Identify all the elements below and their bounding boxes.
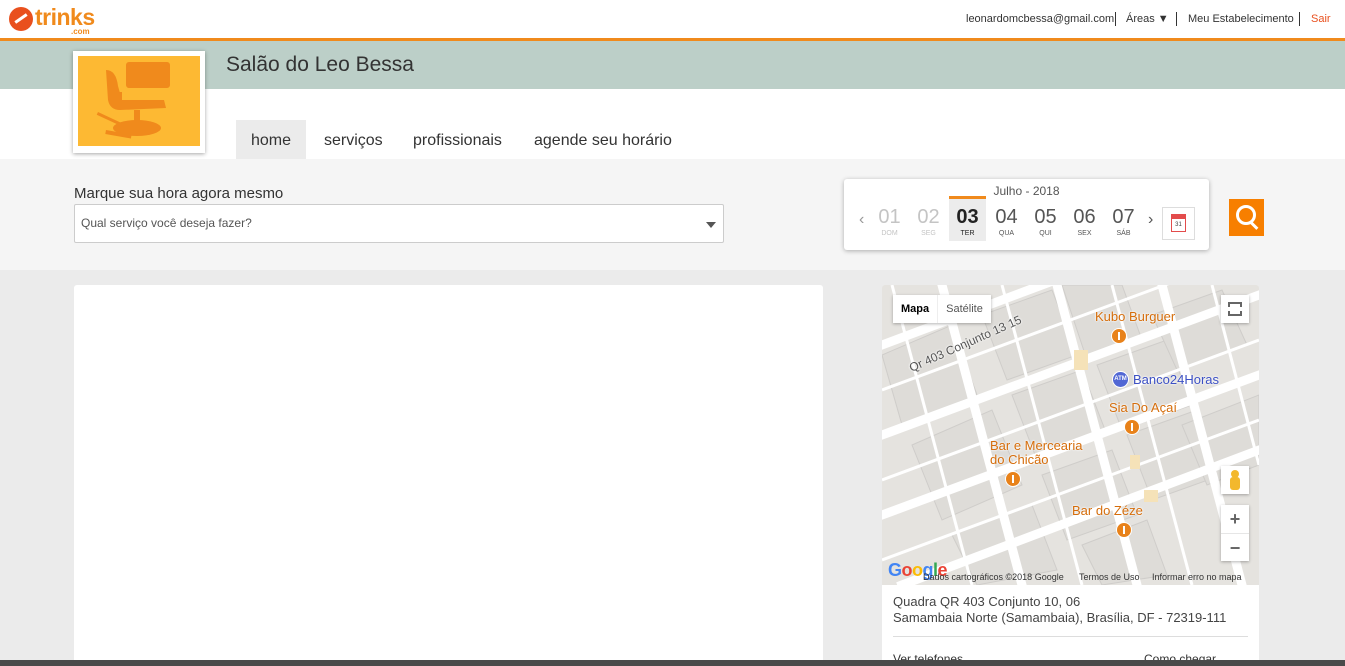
salon-chair-image: [78, 56, 200, 146]
fullscreen-icon[interactable]: [1221, 295, 1249, 323]
calendar-day[interactable]: 05 QUI: [1027, 199, 1064, 241]
day-of-week: QUA: [998, 230, 1015, 237]
calendar-day[interactable]: 07 SÁB: [1105, 199, 1142, 241]
divider: [1115, 12, 1116, 26]
poi-label[interactable]: Sia Do Açaí: [1109, 400, 1177, 415]
trinks-logo[interactable]: trinks .com: [9, 4, 95, 36]
zoom-in-button[interactable]: +: [1221, 505, 1249, 533]
areas-menu[interactable]: Áreas ▼: [1126, 13, 1169, 25]
search-icon-handle: [1249, 221, 1259, 230]
address-line-2: Samambaia Norte (Samambaia), Brasília, D…: [893, 610, 1227, 625]
tab-professionals[interactable]: profissionais: [413, 120, 502, 159]
map-type-satellite-button[interactable]: Satélite: [937, 295, 991, 323]
day-of-week: QUI: [1039, 230, 1052, 237]
poi-label[interactable]: Bar e Mercearia: [990, 438, 1082, 453]
calendar-day[interactable]: 04 QUA: [988, 199, 1025, 241]
top-bar: trinks .com leonardomcbessa@gmail.com Ár…: [0, 0, 1345, 41]
salon-name: Salão do Leo Bessa: [226, 53, 414, 76]
google-map[interactable]: Qr 403 Conjunto 13 15 Kubo Burguer ATM B…: [882, 285, 1259, 585]
calendar-day[interactable]: 06 SEX: [1066, 199, 1103, 241]
logo-sub: .com: [71, 27, 90, 36]
salon-address: Quadra QR 403 Conjunto 10, 06 Samambaia …: [893, 594, 1226, 626]
calendar-day: 01 DOM: [871, 199, 908, 241]
day-of-week: TER: [960, 230, 975, 237]
poi-label[interactable]: Kubo Burguer: [1095, 309, 1175, 324]
tab-services[interactable]: serviços: [324, 120, 383, 159]
location-card: Qr 403 Conjunto 13 15 Kubo Burguer ATM B…: [882, 285, 1259, 666]
map-attribution: Dados cartográficos ©2018 Google Termos …: [882, 569, 1259, 585]
my-establishment-link[interactable]: Meu Estabelecimento: [1188, 13, 1294, 25]
map-type-control: Mapa Satélite: [893, 295, 991, 323]
os-taskbar: [0, 660, 1345, 666]
day-number: 01: [878, 206, 901, 228]
booking-label: Marque sua hora agora mesmo: [74, 185, 284, 202]
day-of-week: SEX: [1077, 230, 1092, 237]
divider: [893, 636, 1248, 637]
calendar-day: 02 SEG: [910, 199, 947, 241]
zoom-out-button[interactable]: −: [1221, 533, 1249, 562]
next-week-button[interactable]: ›: [1148, 211, 1153, 229]
day-of-week: DOM: [881, 230, 898, 237]
poi-label[interactable]: do Chicão: [990, 452, 1049, 467]
day-number: 06: [1073, 206, 1096, 228]
day-of-week: SÁB: [1116, 230, 1131, 237]
day-number: 03: [956, 206, 979, 228]
divider: [1176, 12, 1177, 26]
open-calendar-button[interactable]: 31: [1162, 207, 1195, 240]
restaurant-pin-icon[interactable]: [1116, 522, 1132, 538]
map-streets: [882, 285, 1259, 585]
calendar-icon-day: 31: [1175, 222, 1182, 228]
day-number: 05: [1034, 206, 1057, 228]
tab-schedule[interactable]: agende seu horário: [534, 120, 672, 159]
salon-avatar: [73, 51, 205, 153]
logo-text: trinks: [35, 4, 95, 30]
map-terms-link[interactable]: Termos de Uso: [1079, 572, 1140, 582]
day-number: 04: [995, 206, 1018, 228]
prev-week-button[interactable]: ‹: [859, 211, 864, 229]
user-email: leonardomcbessa@gmail.com: [966, 13, 1115, 25]
restaurant-pin-icon[interactable]: [1111, 328, 1127, 344]
calendar-day-selected[interactable]: 03 TER: [949, 196, 986, 241]
restaurant-pin-icon[interactable]: [1005, 471, 1021, 487]
map-data-credit: Dados cartográficos ©2018 Google: [923, 572, 1064, 582]
service-placeholder: Qual serviço você deseja fazer?: [81, 216, 252, 230]
date-picker: Julho - 2018 ‹ 01 DOM 02 SEG 03 TER 04 Q…: [844, 179, 1209, 250]
logout-link[interactable]: Sair: [1311, 13, 1331, 25]
scissors-logo-icon: [9, 7, 33, 31]
calendar-month: Julho - 2018: [993, 184, 1060, 198]
poi-label[interactable]: Banco24Horas: [1133, 372, 1219, 387]
content-card: [74, 285, 823, 666]
day-number: 07: [1112, 206, 1135, 228]
search-button[interactable]: [1229, 199, 1264, 236]
day-of-week: SEG: [921, 230, 936, 237]
service-select[interactable]: Qual serviço você deseja fazer?: [74, 204, 724, 243]
day-number: 02: [917, 206, 940, 228]
divider: [1299, 12, 1300, 26]
tab-home[interactable]: home: [236, 120, 306, 159]
zoom-control: + −: [1221, 505, 1249, 561]
street-view-pegman-icon[interactable]: [1221, 466, 1249, 494]
restaurant-pin-icon[interactable]: [1124, 419, 1140, 435]
poi-label[interactable]: Bar do Zéze: [1072, 503, 1143, 518]
chevron-down-icon: [706, 222, 716, 228]
atm-pin-icon[interactable]: ATM: [1112, 371, 1129, 388]
address-line-1: Quadra QR 403 Conjunto 10, 06: [893, 594, 1081, 609]
map-type-map-button[interactable]: Mapa: [893, 295, 937, 323]
calendar-icon: 31: [1171, 214, 1186, 232]
map-report-link[interactable]: Informar erro no mapa: [1152, 572, 1242, 582]
